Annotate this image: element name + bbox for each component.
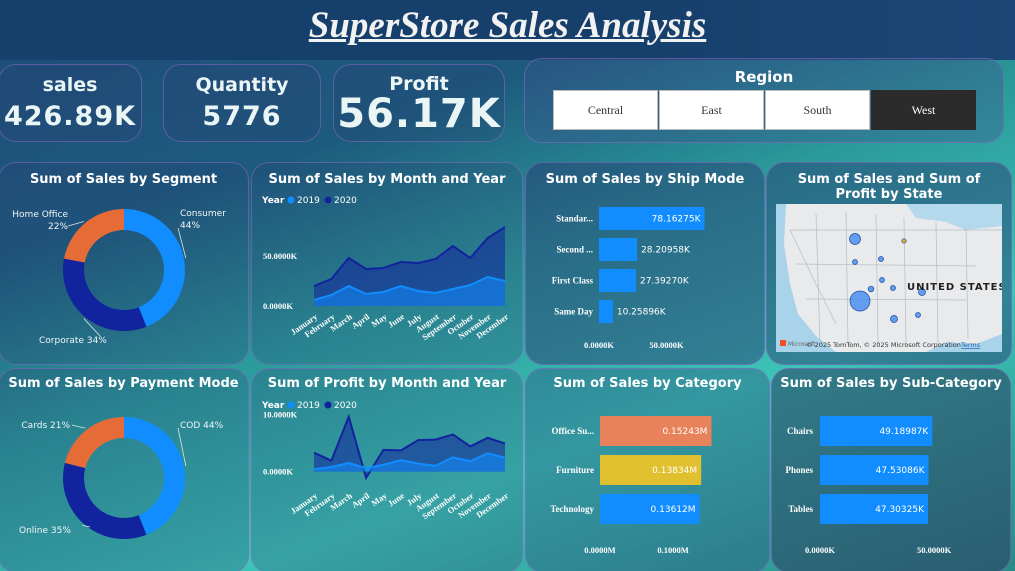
category-panel: Sum of Sales by Category — [525, 368, 770, 571]
kpi-value-sales: 426.89K — [3, 101, 137, 132]
state-title: Sum of Sales and Sum of Profit by State — [797, 172, 981, 202]
map-bubble-10 — [915, 312, 921, 318]
microsoft-logo-icon — [780, 340, 786, 346]
region-option-central[interactable]: Central — [553, 90, 658, 130]
map-attribution: © 2025 TomTom, © 2025 Microsoft Corporat… — [806, 341, 961, 349]
region-option-west[interactable]: West — [871, 90, 976, 130]
map-bubble-6 — [867, 285, 875, 293]
segment-panel: Sum of Sales by Segment — [0, 162, 249, 365]
region-option-south[interactable]: South — [765, 90, 870, 130]
ship-mode-title: Sum of Sales by Ship Mode — [545, 172, 745, 187]
segment-title: Sum of Sales by Segment — [29, 172, 218, 187]
month-profit-title: Sum of Profit by Month and Year — [267, 376, 507, 391]
map-bubble-2 — [852, 259, 858, 265]
subcategory-title: Sum of Sales by Sub-Category — [780, 376, 1002, 391]
payment-title: Sum of Sales by Payment Mode — [8, 376, 239, 391]
map-country-label: UNITED STATES — [907, 282, 1002, 293]
map-terms-link[interactable]: Terms — [960, 341, 981, 349]
month-sales-title: Sum of Sales by Month and Year — [268, 172, 506, 187]
kpi-value-quantity: 5776 — [202, 101, 282, 132]
subcategory-panel: Sum of Sales by Sub-Category — [771, 368, 1011, 571]
category-title: Sum of Sales by Category — [553, 376, 742, 391]
region-slicer-title: Region — [734, 68, 794, 86]
map-bubble-5 — [849, 290, 871, 312]
kpi-label-quantity: Quantity — [195, 74, 289, 96]
month-sales-panel: Sum of Sales by Month and Year — [251, 162, 523, 365]
ship-mode-panel: Sum of Sales by Ship Mode — [525, 162, 765, 365]
kpi-value-profit: 56.17K — [337, 91, 501, 137]
map-bubble-3 — [878, 256, 884, 262]
payment-panel: Sum of Sales by Payment Mode — [0, 368, 249, 571]
month-profit-panel: Sum of Profit by Month and Year — [251, 368, 523, 571]
dashboard-title: SuperStore Sales Analysis — [308, 5, 707, 46]
region-option-east[interactable]: East — [659, 90, 764, 130]
map-canvas: UNITED STATES Microsoft © 2025 TomTom, ©… — [776, 204, 1002, 352]
kpi-card-quantity: Quantity 5776 — [163, 64, 321, 142]
kpi-label-sales: sales — [42, 74, 98, 96]
map-bubble-9 — [890, 315, 898, 323]
kpi-card-profit: Profit 56.17K — [333, 64, 505, 142]
kpi-card-sales: sales 426.89K — [0, 64, 142, 142]
map-bubble-1 — [901, 238, 907, 244]
map-bubble-4 — [879, 277, 885, 283]
map-bubble-0 — [849, 233, 861, 245]
state-map[interactable]: UNITED STATES Microsoft © 2025 TomTom, ©… — [776, 204, 1002, 352]
map-bubble-7 — [890, 285, 896, 291]
